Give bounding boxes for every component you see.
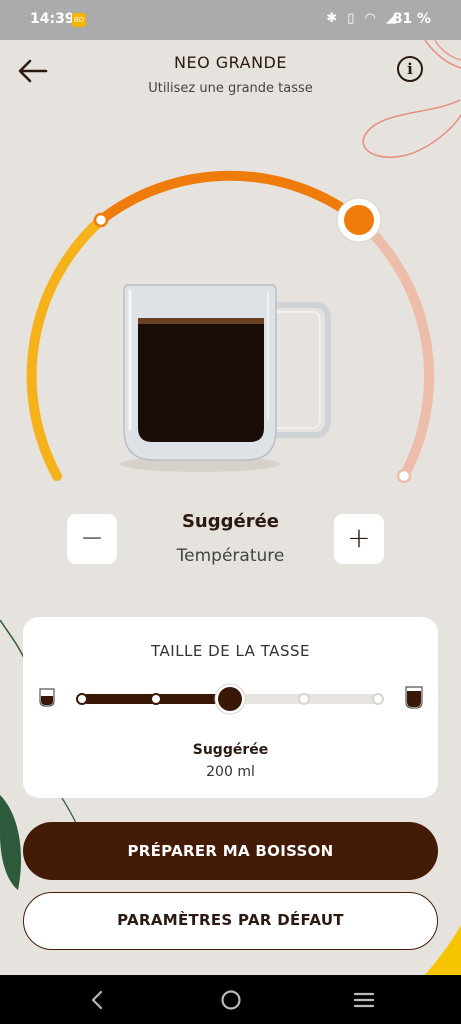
slider-stop[interactable]	[150, 693, 162, 705]
arc-segment-high	[354, 215, 435, 481]
system-nav-bar	[0, 975, 461, 1024]
slider-handle	[214, 683, 246, 715]
info-icon[interactable]: i	[397, 56, 423, 82]
cup-size-value: Suggérée	[192, 742, 269, 758]
coffee-cup-image	[120, 284, 331, 472]
nav-home-icon[interactable]	[217, 987, 245, 1013]
arc-stop-max	[396, 468, 412, 484]
slider-stop[interactable]	[76, 693, 88, 705]
arc-stop-low	[93, 212, 109, 228]
cup-size-volume: 200 ml	[206, 764, 255, 780]
arc-segment-medium	[97, 170, 363, 224]
temperature-label: Température	[176, 546, 285, 566]
temperature-increase-button[interactable]: +	[334, 514, 384, 564]
nav-back-icon[interactable]	[84, 987, 112, 1013]
small-cup-icon	[39, 688, 55, 707]
status-icons: ✱ ▯ ◠ ◢	[326, 11, 399, 26]
large-cup-icon	[405, 686, 423, 709]
battery-level: 81 %	[392, 11, 431, 27]
cup-size-slider[interactable]	[23, 677, 438, 717]
temperature-value: Suggérée	[181, 511, 280, 532]
page-subtitle: Utilisez une grande tasse	[148, 81, 313, 96]
page-title: NEO GRANDE	[174, 53, 287, 72]
prepare-drink-button[interactable]: PRÉPARER MA BOISSON	[23, 822, 438, 880]
status-bar: 14:39 BD ✱ ▯ ◠ ◢ 81 %	[0, 0, 461, 40]
slider-stop[interactable]	[298, 693, 310, 705]
status-time: 14:39	[30, 11, 75, 27]
cup-size-title: TAILLE DE LA TASSE	[151, 642, 310, 660]
default-settings-button[interactable]: PARAMÈTRES PAR DÉFAUT	[23, 892, 438, 950]
notification-app-icon: BD	[72, 13, 86, 27]
nav-recents-icon[interactable]	[350, 987, 378, 1013]
slider-stop[interactable]	[372, 693, 384, 705]
cup-size-card: TAILLE DE LA TASSE Suggérée 200 ml	[23, 617, 438, 798]
arc-segment-low	[26, 215, 106, 481]
